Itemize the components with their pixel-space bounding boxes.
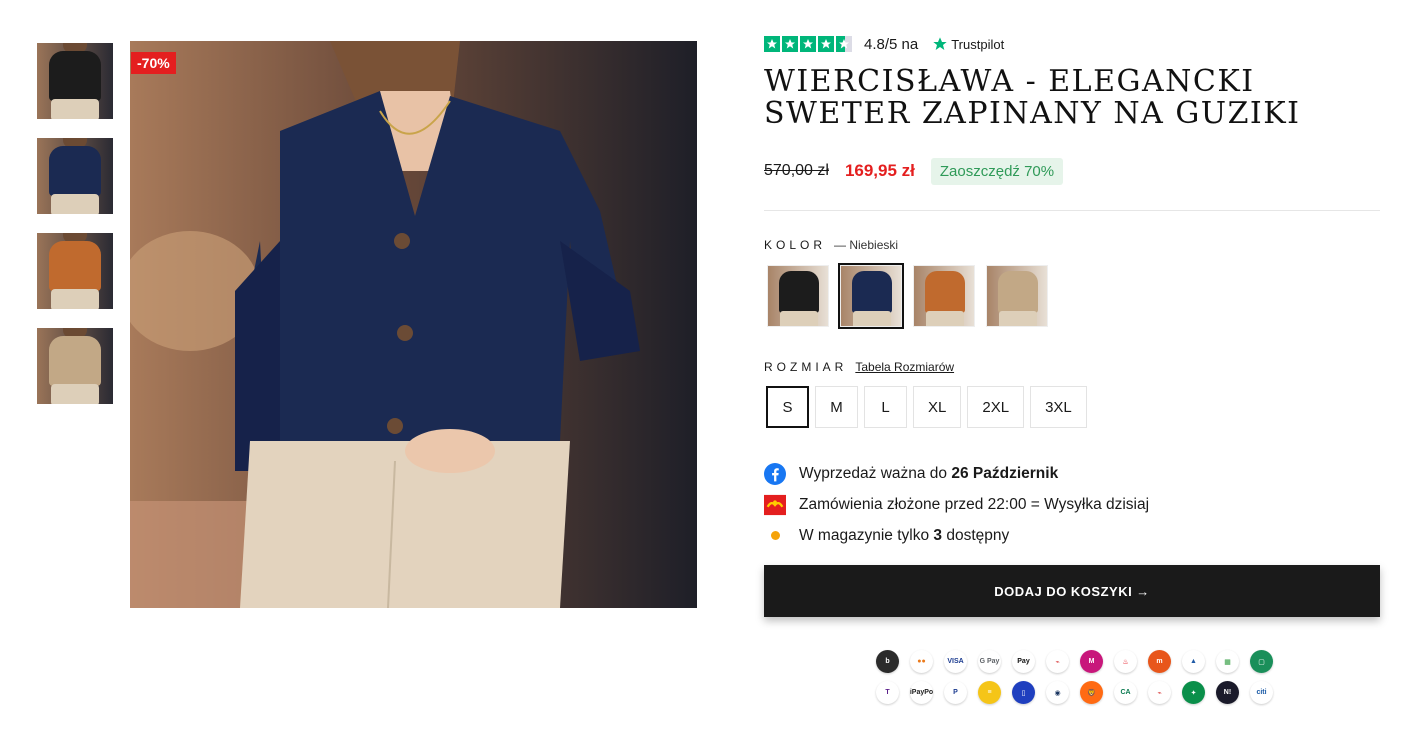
color-label: KOLOR (764, 238, 827, 252)
paypal-icon: P (944, 681, 967, 704)
sale-price: 169,95 zł (844, 161, 915, 180)
bnp-icon: ✦ (1182, 681, 1205, 704)
pekao-icon: ▲ (1182, 650, 1205, 673)
grid-bank-icon: ▦ (1216, 650, 1239, 673)
color-swatch-black[interactable] (767, 265, 829, 327)
sale-note: Wyprzedaż ważna do 26 Październik (764, 458, 1380, 489)
size-option-s[interactable]: S (766, 386, 809, 428)
t-mobile-icon: T (876, 681, 899, 704)
payment-row: TiPayPo P ≡ ▯ ◉ 🦁 CA ⌁ ✦ N! citi (876, 681, 1276, 704)
size-option-3xl[interactable]: 3XL (1030, 386, 1087, 428)
savings-badge: Zaoszczędź 70% (930, 157, 1064, 185)
size-option-xl[interactable]: XL (913, 386, 962, 428)
nest-bank-icon: N! (1216, 681, 1239, 704)
trustpilot-logo: Trustpilot (932, 36, 1004, 52)
google-pay-icon: G Pay (978, 650, 1001, 673)
paypo-icon: iPayPo (910, 681, 933, 704)
santander-icon: ♨ (1114, 650, 1137, 673)
color-swatches (764, 263, 1380, 329)
facebook-icon (764, 462, 786, 485)
blik-icon: b (876, 650, 899, 673)
payment-row: b ●● VISA G Pay Pay ⌁ M ♨ m ▲ ▦ ▢ (876, 650, 1276, 673)
stock-dot-icon (764, 525, 786, 547)
main-product-image[interactable] (130, 41, 697, 608)
price-row: 570,00 zł 169,95 zł Zaoszczędź 70% (764, 156, 1380, 186)
star-icon (782, 36, 798, 52)
size-option-2xl[interactable]: 2XL (967, 386, 1025, 428)
sale-text: Wyprzedaż ważna do (799, 464, 952, 482)
thumbnail-black[interactable] (37, 43, 113, 119)
add-to-cart-button[interactable]: DODAJ DO KOSZYKI → (764, 565, 1380, 617)
pko-icon: ◉ (1046, 681, 1069, 704)
half-star-icon (836, 36, 852, 52)
thumbnail-navy[interactable] (37, 138, 113, 214)
trustpilot-name: Trustpilot (951, 36, 1005, 52)
yellow-bank-icon: ≡ (978, 681, 1001, 704)
size-options: S M L XL 2XL 3XL (764, 386, 1380, 428)
color-swatch-beige[interactable] (986, 265, 1048, 327)
shipping-note: Zamówienia złożone przed 22:00 = Wysyłka… (764, 489, 1380, 520)
info-notes: Wyprzedaż ważna do 26 Październik Zamówi… (764, 458, 1380, 551)
stock-note: W magazynie tylko 3 dostępny (764, 520, 1380, 551)
bank-hand-icon: ⌁ (1046, 650, 1069, 673)
visa-icon: VISA (944, 650, 967, 673)
citi-icon: citi (1250, 681, 1273, 704)
ing-icon: 🦁 (1080, 681, 1103, 704)
payment-methods: b ●● VISA G Pay Pay ⌁ M ♨ m ▲ ▦ ▢ TiPayPo P ≡ ▯ ◉ 🦁 CA ⌁ ✦… (876, 650, 1276, 712)
mastercard-icon: ●● (910, 650, 933, 673)
color-swatch-orange[interactable] (913, 265, 975, 327)
stock-count: 3 (933, 526, 943, 544)
mbank-icon: m (1148, 650, 1171, 673)
selected-color: — Niebieski (834, 238, 899, 252)
apple-pay-icon: Pay (1012, 650, 1035, 673)
color-label-row: KOLOR — Niebieski (764, 238, 1380, 252)
stock-suffix: dostępny (942, 526, 1010, 544)
size-option-m[interactable]: M (815, 386, 858, 428)
size-label: ROZMIAR (764, 360, 848, 374)
poczta-icon: ⌁ (1148, 681, 1171, 704)
old-price: 570,00 zł (764, 162, 829, 179)
star-icon (764, 36, 780, 52)
trustpilot-star-icon (933, 37, 947, 50)
chat-bank-icon: ▢ (1250, 650, 1273, 673)
thumbnail-beige[interactable] (37, 328, 113, 404)
star-icon (800, 36, 816, 52)
size-label-row: ROZMIAR Tabela Rozmiarów (764, 360, 1380, 374)
stock-prefix: W magazynie tylko (799, 526, 934, 544)
thumbnail-list (37, 43, 113, 423)
thumbnail-orange[interactable] (37, 233, 113, 309)
rating-row[interactable]: 4.8/5 na Trustpilot (764, 34, 1380, 54)
poczta-polska-icon (764, 494, 786, 516)
sale-date: 26 Październik (951, 464, 1059, 482)
credit-agricole-icon: CA (1114, 681, 1137, 704)
star-icon (818, 36, 834, 52)
size-guide-link[interactable]: Tabela Rozmiarów (855, 360, 954, 374)
divider (764, 210, 1380, 211)
product-title: WIERCISŁAWA - ELEGANCKI SWETER ZAPINANY … (764, 64, 1301, 131)
shipping-text: Zamówienia złożone przed 22:00 = Wysyłka… (799, 495, 1150, 513)
phone-bank-icon: ▯ (1012, 681, 1035, 704)
millennium-icon: M (1080, 650, 1103, 673)
rating-score: 4.8/5 na (864, 35, 919, 53)
product-info: 4.8/5 na Trustpilot WIERCISŁAWA - ELEGAN… (764, 34, 1380, 617)
color-swatch-navy[interactable] (838, 263, 904, 329)
size-option-l[interactable]: L (864, 386, 907, 428)
product-photo-illustration (130, 41, 697, 608)
discount-badge: -70% (131, 52, 176, 74)
star-rating (764, 36, 852, 52)
